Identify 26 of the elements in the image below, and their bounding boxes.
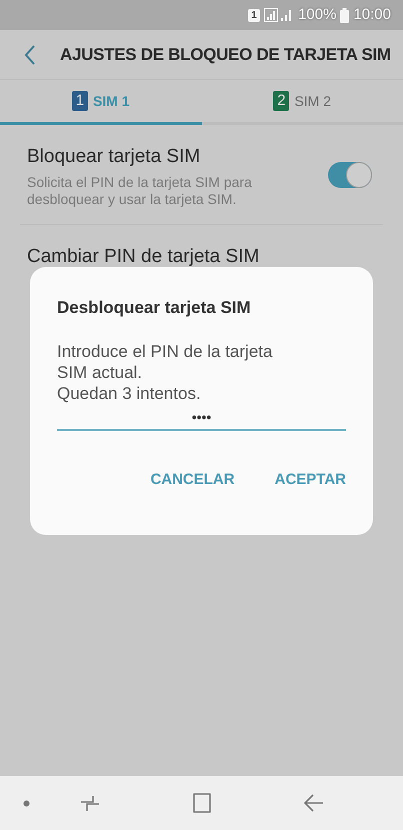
dialog-title: Desbloquear tarjeta SIM <box>57 297 252 319</box>
dialog-button[interactable]: CANCELAR <box>150 468 235 491</box>
sim-tab[interactable]: 1 SIM 1 <box>0 80 202 125</box>
sim-number-badge: 1 <box>72 91 88 111</box>
setting-summary: Solicita el PIN de la tarjeta SIM para desbloquear y usar la tarjeta SIM. <box>27 174 253 208</box>
pin-field[interactable]: •••• <box>57 404 346 430</box>
back-icon <box>24 44 36 64</box>
recent-apps-icon <box>80 793 100 813</box>
setting-title[interactable]: Cambiar PIN de tarjeta SIM <box>27 242 376 271</box>
dialog-message: Quedan 3 intentos. <box>57 382 202 404</box>
battery-icon <box>340 8 350 22</box>
dialog-message: Introduce el PIN de la tarjeta <box>57 340 274 362</box>
toggle-switch[interactable] <box>328 162 372 188</box>
dialog-button[interactable]: ACEPTAR <box>274 468 346 491</box>
clock: 10:00 <box>353 4 391 25</box>
home-icon <box>192 793 212 813</box>
sim-tab[interactable]: 2 SIM 2 <box>202 80 403 125</box>
sim-number-badge: 2 <box>273 91 290 111</box>
dot-icon <box>23 800 30 806</box>
dialog-message: SIM actual. <box>57 362 144 382</box>
setting-title[interactable]: Bloquear tarjeta SIM <box>27 143 328 172</box>
page-title: AJUSTES DE BLOQUEO DE TARJETA SIM <box>60 44 391 66</box>
battery-percent: 100% <box>298 4 336 25</box>
back-arrow-icon <box>304 794 324 812</box>
sim-badge: 1 <box>248 8 260 22</box>
home-button[interactable] <box>190 791 214 815</box>
